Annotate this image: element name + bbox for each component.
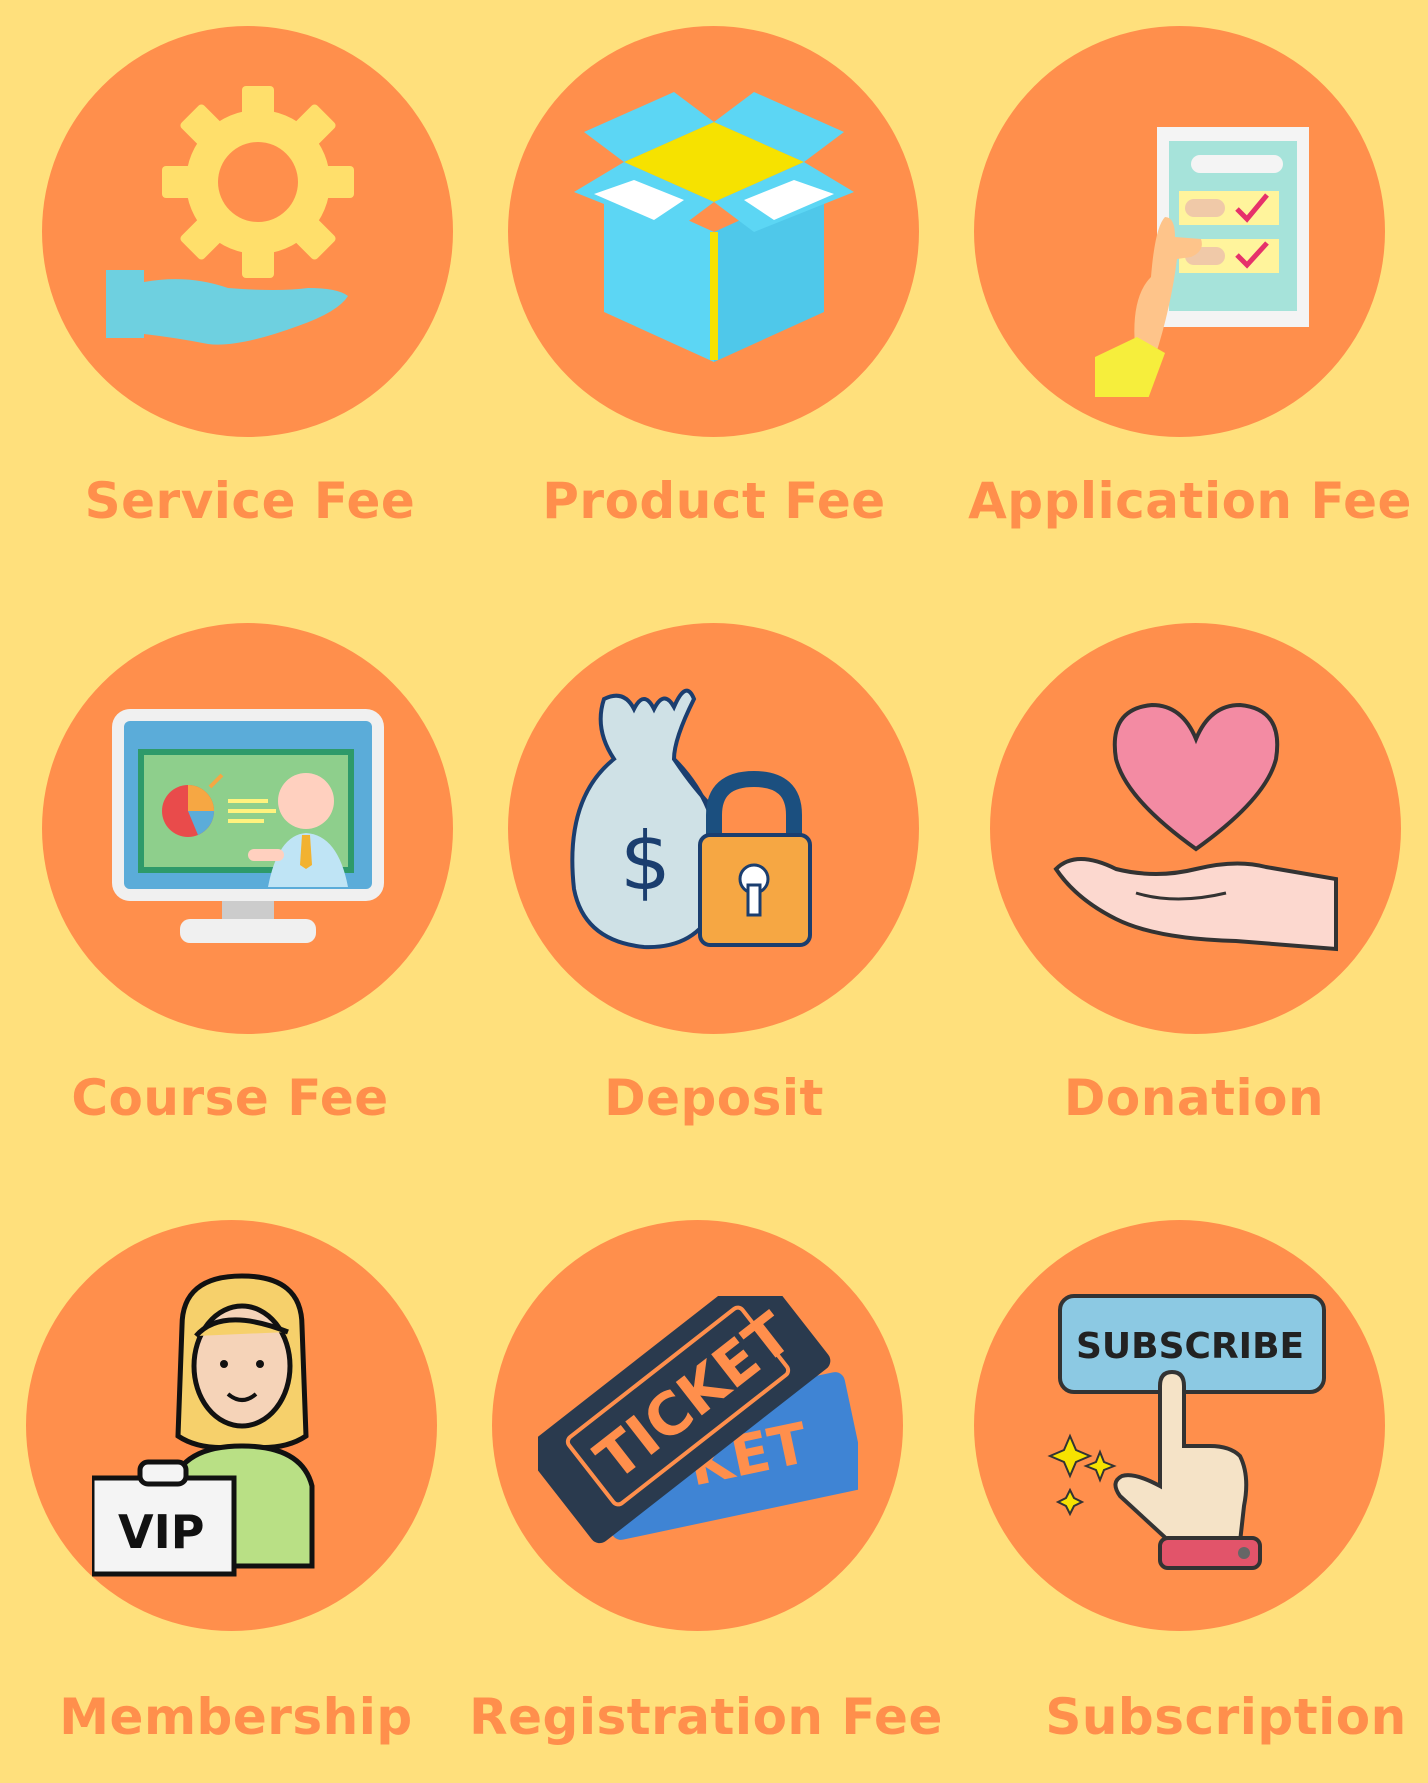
money-bag-padlock-icon: $ <box>569 688 812 949</box>
hand-checklist-icon <box>1094 126 1309 397</box>
subscription-circle: SUBSCRIBE <box>974 1220 1385 1631</box>
service-fee-circle <box>42 26 453 437</box>
subscribe-button-icon: SUBSCRIBE <box>1046 1293 1326 1570</box>
registration-fee-tile[interactable]: KET TICKET Registration Fee <box>469 1190 952 1783</box>
hand-gear-icon <box>105 85 354 345</box>
registration-fee-label: Registration Fee <box>469 1688 943 1746</box>
deposit-tile[interactable]: $ Deposit <box>476 597 952 1190</box>
application-fee-tile[interactable]: Application Fee <box>952 0 1428 593</box>
vip-card-text: VIP <box>118 1505 204 1559</box>
application-fee-circle <box>974 26 1385 437</box>
open-box-icon <box>573 91 854 362</box>
application-fee-label: Application Fee <box>968 472 1412 530</box>
donation-tile[interactable]: Donation <box>952 597 1428 1190</box>
online-course-monitor-icon <box>111 708 384 943</box>
svg-text:$: $ <box>620 815 671 908</box>
subscription-tile[interactable]: SUBSCRIBE Subscription <box>952 1190 1428 1783</box>
registration-fee-circle: KET TICKET <box>492 1220 903 1631</box>
service-fee-label: Service Fee <box>84 472 416 530</box>
service-fee-tile[interactable]: Service Fee <box>0 0 476 593</box>
membership-tile[interactable]: VIP Membership <box>0 1190 476 1783</box>
membership-circle: VIP <box>26 1220 437 1631</box>
donation-label: Donation <box>1063 1069 1325 1127</box>
course-fee-circle <box>42 623 453 1034</box>
hand-heart-icon <box>1052 702 1338 951</box>
membership-label: Membership <box>59 1688 413 1746</box>
course-fee-label: Course Fee <box>71 1069 389 1127</box>
deposit-circle: $ <box>508 623 919 1034</box>
vip-member-icon: VIP <box>91 1272 314 1576</box>
deposit-label: Deposit <box>604 1069 824 1127</box>
product-fee-circle <box>508 26 919 437</box>
course-fee-tile[interactable]: Course Fee <box>0 597 476 1190</box>
tickets-icon: KET TICKET <box>537 1295 858 1543</box>
product-fee-tile[interactable]: Product Fee <box>476 0 952 593</box>
subscribe-button-text: SUBSCRIBE <box>1076 1326 1304 1367</box>
subscription-label: Subscription <box>1045 1688 1407 1746</box>
donation-circle <box>990 623 1401 1034</box>
product-fee-label: Product Fee <box>542 472 886 530</box>
